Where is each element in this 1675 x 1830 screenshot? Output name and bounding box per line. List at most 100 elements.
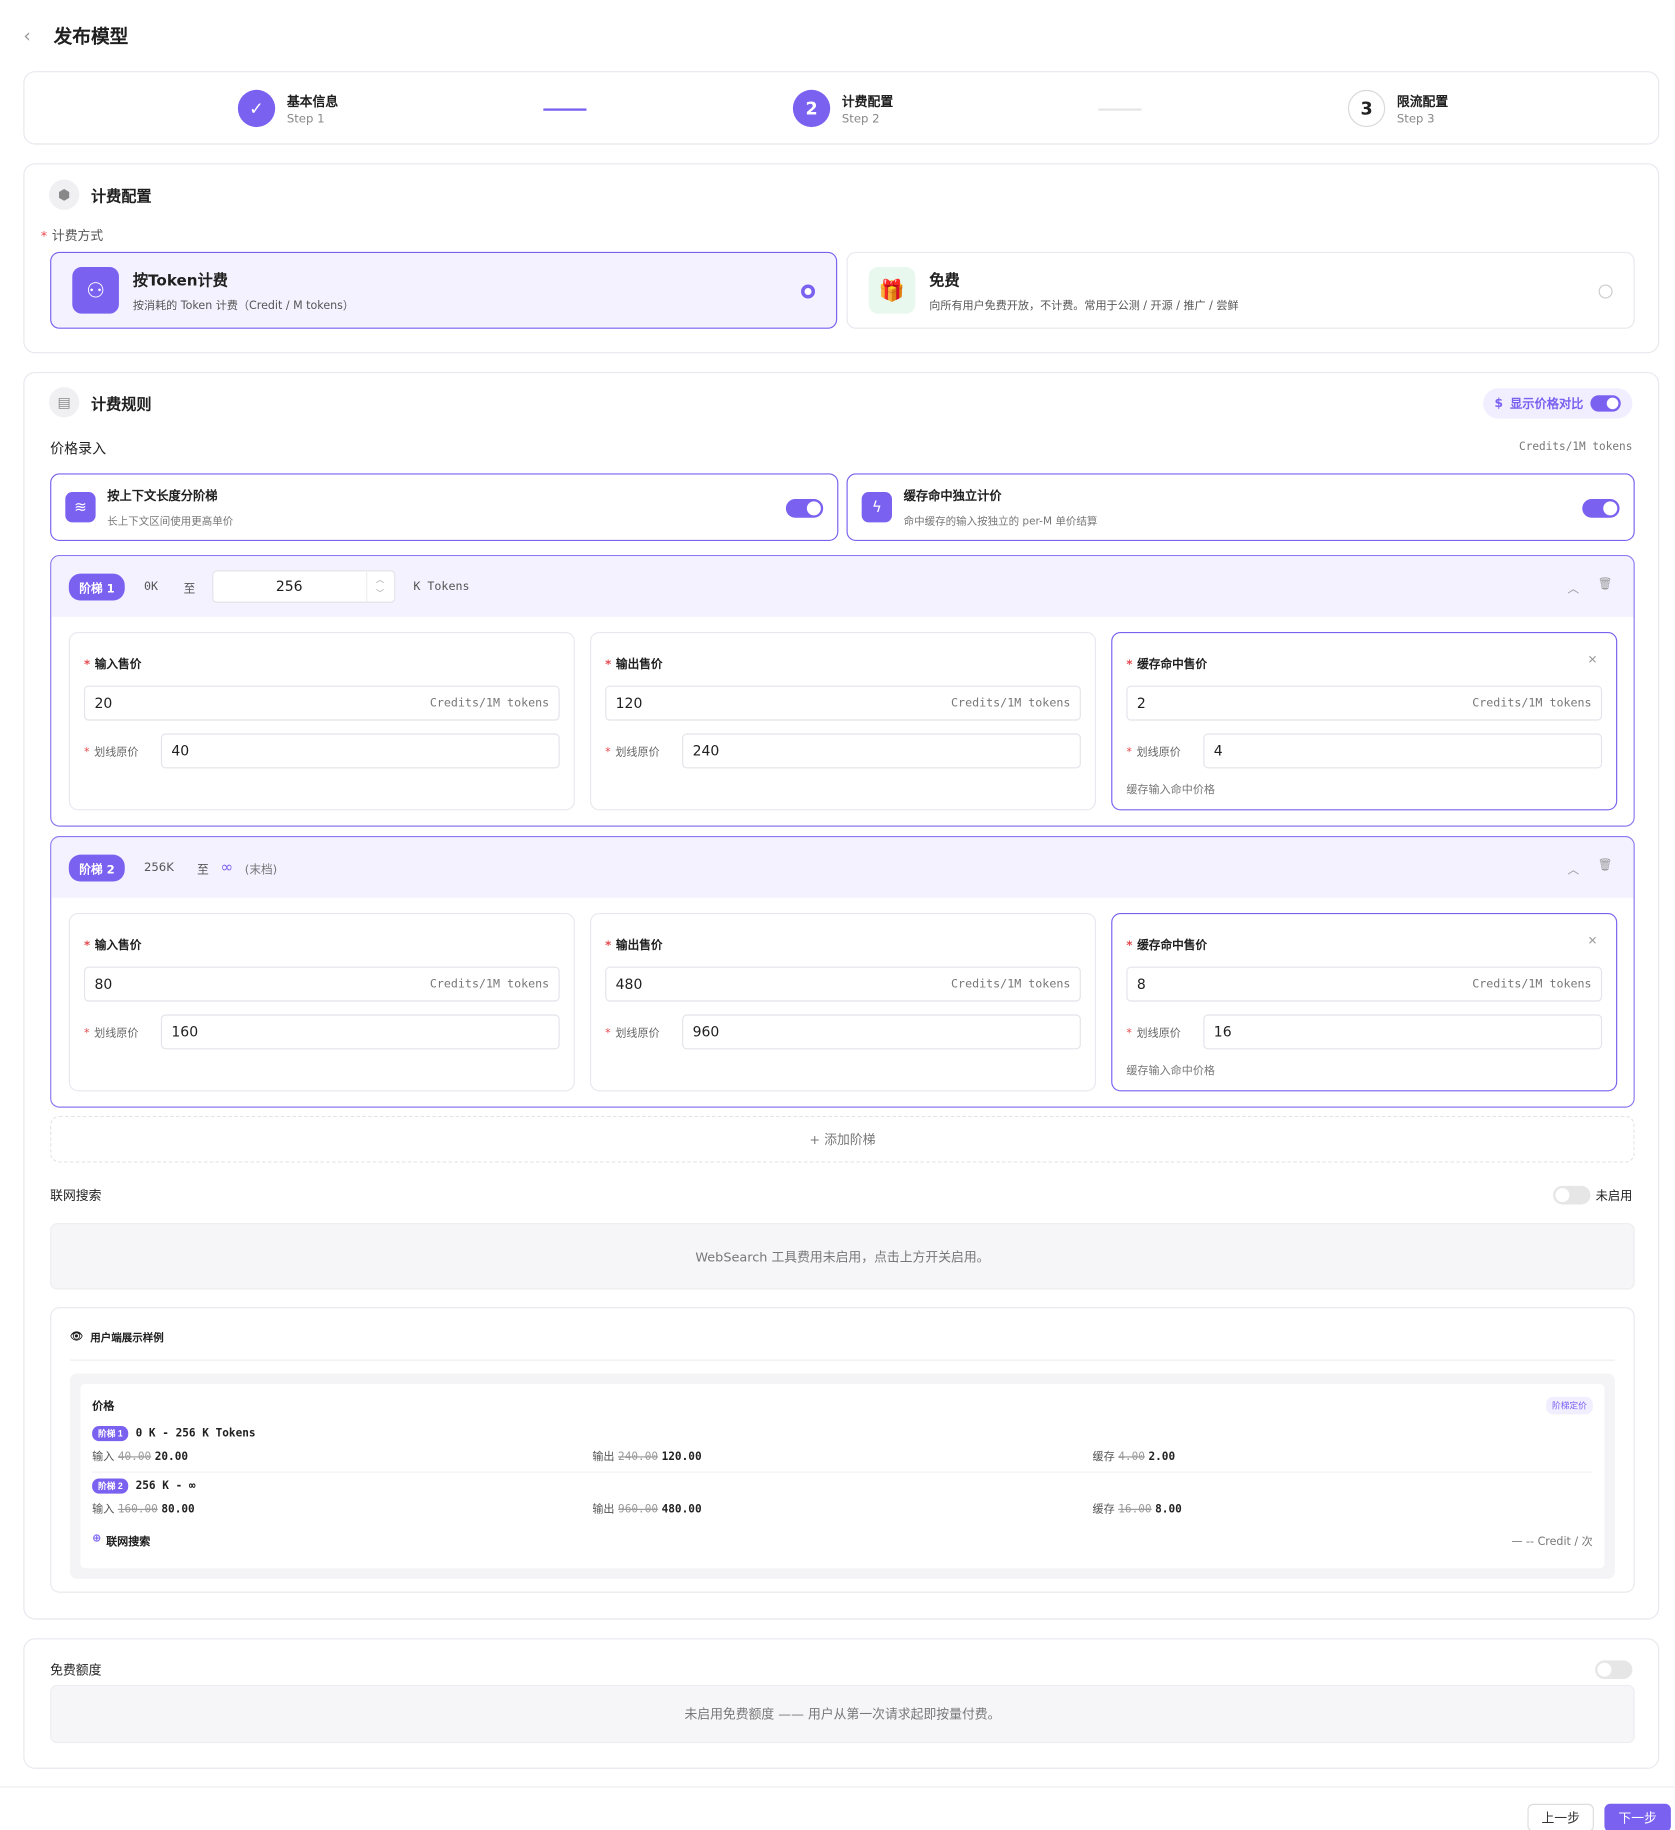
eye-icon: 👁 <box>69 1330 84 1343</box>
stepper: ✓ 基本信息 Step 1 2 计费配置 Step 2 3 限流配置 Step 3 <box>23 71 1660 145</box>
feature-title: 缓存命中独立计价 <box>903 489 1002 504</box>
output-price-card: * 输出售价 120 Credits/1M tokens * 划线原价 240 <box>589 631 1097 811</box>
cache-price-field[interactable]: 2 Credits/1M tokens <box>1126 685 1603 721</box>
document-icon: ▤ <box>48 387 80 418</box>
page: ‹ 发布模型 ✓ 基本信息 Step 1 2 计费配置 Step 2 3 限流配置 S… <box>0 0 1675 1830</box>
prev-button[interactable]: 上一步 <box>1527 1803 1594 1830</box>
step-sub: Step 3 <box>1396 112 1435 126</box>
tier-badge: 阶梯 1 <box>68 573 126 600</box>
option-title: 按Token计费 <box>132 272 228 291</box>
output-price-card: * 输出售价 480 Credits/1M tokens * 划线原价 960 <box>589 912 1097 1092</box>
cache-switch[interactable] <box>1582 499 1620 518</box>
bolt-icon: ϟ <box>861 492 892 523</box>
tier-end-input[interactable]: 256 ︿ ﹀ <box>211 570 395 603</box>
websearch-switch[interactable] <box>1552 1185 1590 1205</box>
close-icon[interactable]: ✕ <box>1588 935 1598 948</box>
billing-config-card: ⬢ 计费配置 * 计费方式 ⚇ 按Token计费按消耗的 Token 计费（Cred… <box>23 163 1660 354</box>
output-orig-field[interactable]: 960 <box>682 1014 1081 1050</box>
page-title: 发布模型 <box>53 25 129 48</box>
step-1[interactable]: ✓ 基本信息 Step 1 <box>237 89 339 128</box>
radio-unselected[interactable] <box>1598 284 1613 299</box>
preview-title: 用户端展示样例 <box>90 1332 164 1345</box>
websearch-title: 联网搜索 <box>50 1188 102 1204</box>
dollar-icon: $ <box>1494 396 1503 411</box>
free-quota-card: 免费额度 未启用免费额度 —— 用户从第一次请求起即按量付费。 <box>23 1638 1660 1769</box>
option-free[interactable]: 🎁 免费 向所有用户免费开放，不计费。常用于公测 / 开源 / 推广 / 尝鲜 <box>846 251 1635 329</box>
feature-cache-pricing: ϟ 缓存命中独立计价 命中缓存的输入按独立的 per-M 单价结算 <box>846 473 1635 542</box>
chevron-up-icon[interactable]: ︿ <box>1567 578 1579 596</box>
billing-rules-card: ▤ 计费规则 $ 显示价格对比 价格录入 Credits/1M tokens ≋ 按… <box>23 371 1660 1620</box>
price-compare-toggle[interactable]: $ 显示价格对比 <box>1482 388 1633 419</box>
tier-end-note: (末档) <box>244 863 278 877</box>
input-orig-field[interactable]: 160 <box>160 1014 560 1050</box>
hexagon-icon: ⬢ <box>48 179 80 210</box>
feature-tiered-context: ≋ 按上下文长度分阶梯长上下文区间使用更高单价 <box>50 473 839 542</box>
preview-websearch: ⊕ 联网搜索 <box>92 1532 151 1549</box>
check-icon: ✓ <box>237 89 276 128</box>
websearch-toggle[interactable]: 未启用 <box>1552 1185 1633 1205</box>
input-price-card: * 输入售价 80 Credits/1M tokens * 划线原价 160 <box>68 912 575 1092</box>
tier-to: 至 <box>183 582 196 596</box>
feature-desc: 长上下文区间使用更高单价 <box>107 515 234 528</box>
output-orig-field[interactable]: 240 <box>682 733 1081 769</box>
step-title: 基本信息 <box>286 93 339 110</box>
tier-badge: 阶梯 2 <box>68 854 126 881</box>
coins-icon: ⚇ <box>72 267 119 314</box>
feature-title: 按上下文长度分阶梯 <box>107 489 218 504</box>
unit-label: Credits/1M tokens <box>1519 440 1633 454</box>
chevron-left-icon[interactable]: ‹ <box>23 24 37 46</box>
trash-icon[interactable]: 🗑 <box>1598 859 1613 876</box>
tier-pricing-tag: 阶梯定价 <box>1546 1396 1593 1415</box>
compare-label: 显示价格对比 <box>1509 397 1584 412</box>
preview-row: 阶梯 2 256 K - ∞ 输入 160.00 80.00 输出 960.00 … <box>92 1478 1182 1516</box>
tier-1: 阶梯 1 0K 至 256 ︿ ﹀ K Tokens ︿ 🗑 * 输入售价 20 Cred… <box>50 555 1635 827</box>
cache-orig-field[interactable]: 4 <box>1203 733 1603 769</box>
tier-start: 256K <box>143 861 174 874</box>
cache-price-field[interactable]: 8 Credits/1M tokens <box>1126 966 1603 1002</box>
option-token-billing[interactable]: ⚇ 按Token计费按消耗的 Token 计费（Credit / M token… <box>50 251 838 329</box>
step-sub: Step 1 <box>286 112 325 126</box>
preview-price-label: 价格 <box>92 1400 115 1414</box>
cache-price-card: ✕ * 缓存命中售价 8 Credits/1M tokens * 划线原价 16 缓存输… <box>1111 912 1618 1092</box>
billing-method-label: * 计费方式 <box>40 228 104 244</box>
cache-orig-field[interactable]: 16 <box>1203 1014 1603 1050</box>
step-connector <box>1098 108 1142 111</box>
layers-icon: ≋ <box>65 492 96 523</box>
input-price-field[interactable]: 20 Credits/1M tokens <box>83 685 560 721</box>
output-price-field[interactable]: 120 Credits/1M tokens <box>605 685 1081 721</box>
step-number: 3 <box>1347 89 1386 128</box>
stepper-icon[interactable]: ︿ ﹀ <box>365 571 394 602</box>
step-sub: Step 2 <box>841 112 880 126</box>
input-price-field[interactable]: 80 Credits/1M tokens <box>83 966 560 1002</box>
cache-price-card: ✕ * 缓存命中售价 2 Credits/1M tokens * 划线原价 4 缓存输入… <box>1111 631 1618 811</box>
output-price-field[interactable]: 480 Credits/1M tokens <box>605 966 1081 1002</box>
input-orig-field[interactable]: 40 <box>160 733 560 769</box>
next-button[interactable]: 下一步 <box>1604 1803 1671 1830</box>
step-connector <box>543 108 587 111</box>
close-icon[interactable]: ✕ <box>1588 654 1598 667</box>
step-title: 计费配置 <box>841 93 894 110</box>
cache-note: 缓存输入命中价格 <box>1126 1064 1215 1078</box>
chevron-up-icon[interactable]: ︿ <box>1567 859 1579 877</box>
option-desc: 按消耗的 Token 计费（Credit / M tokens） <box>132 299 355 313</box>
radio-selected[interactable] <box>801 284 816 299</box>
globe-icon: ⊕ <box>92 1532 102 1545</box>
step-2[interactable]: 2 计费配置 Step 2 <box>792 89 894 128</box>
cache-note: 缓存输入命中价格 <box>1126 783 1215 797</box>
section-title: 计费规则 <box>90 395 152 414</box>
tier-to: 至 <box>197 863 209 877</box>
preview-row: 阶梯 10 K - 256 K Tokens 输入 40.00 20.00 输出… <box>92 1426 1176 1464</box>
tiered-switch[interactable] <box>785 499 824 518</box>
step-number: 2 <box>792 89 831 128</box>
trash-icon[interactable]: 🗑 <box>1598 578 1613 595</box>
websearch-status: 未启用 <box>1595 1188 1633 1203</box>
input-price-card: * 输入售价 20 Credits/1M tokens * 划线原价 40 <box>68 631 575 811</box>
free-quota-switch[interactable] <box>1595 1660 1633 1680</box>
user-preview: 👁 用户端展示样例 价格 阶梯定价 阶梯 10 K - 256 K Tokens … <box>50 1307 1635 1593</box>
compare-switch[interactable] <box>1590 395 1621 412</box>
add-tier-button[interactable]: + 添加阶梯 <box>50 1115 1635 1163</box>
option-title: 免费 <box>929 272 960 291</box>
step-3[interactable]: 3 限流配置 Step 3 <box>1347 89 1448 128</box>
section-title: 计费配置 <box>90 188 152 206</box>
tier-unit: K Tokens <box>413 580 470 593</box>
